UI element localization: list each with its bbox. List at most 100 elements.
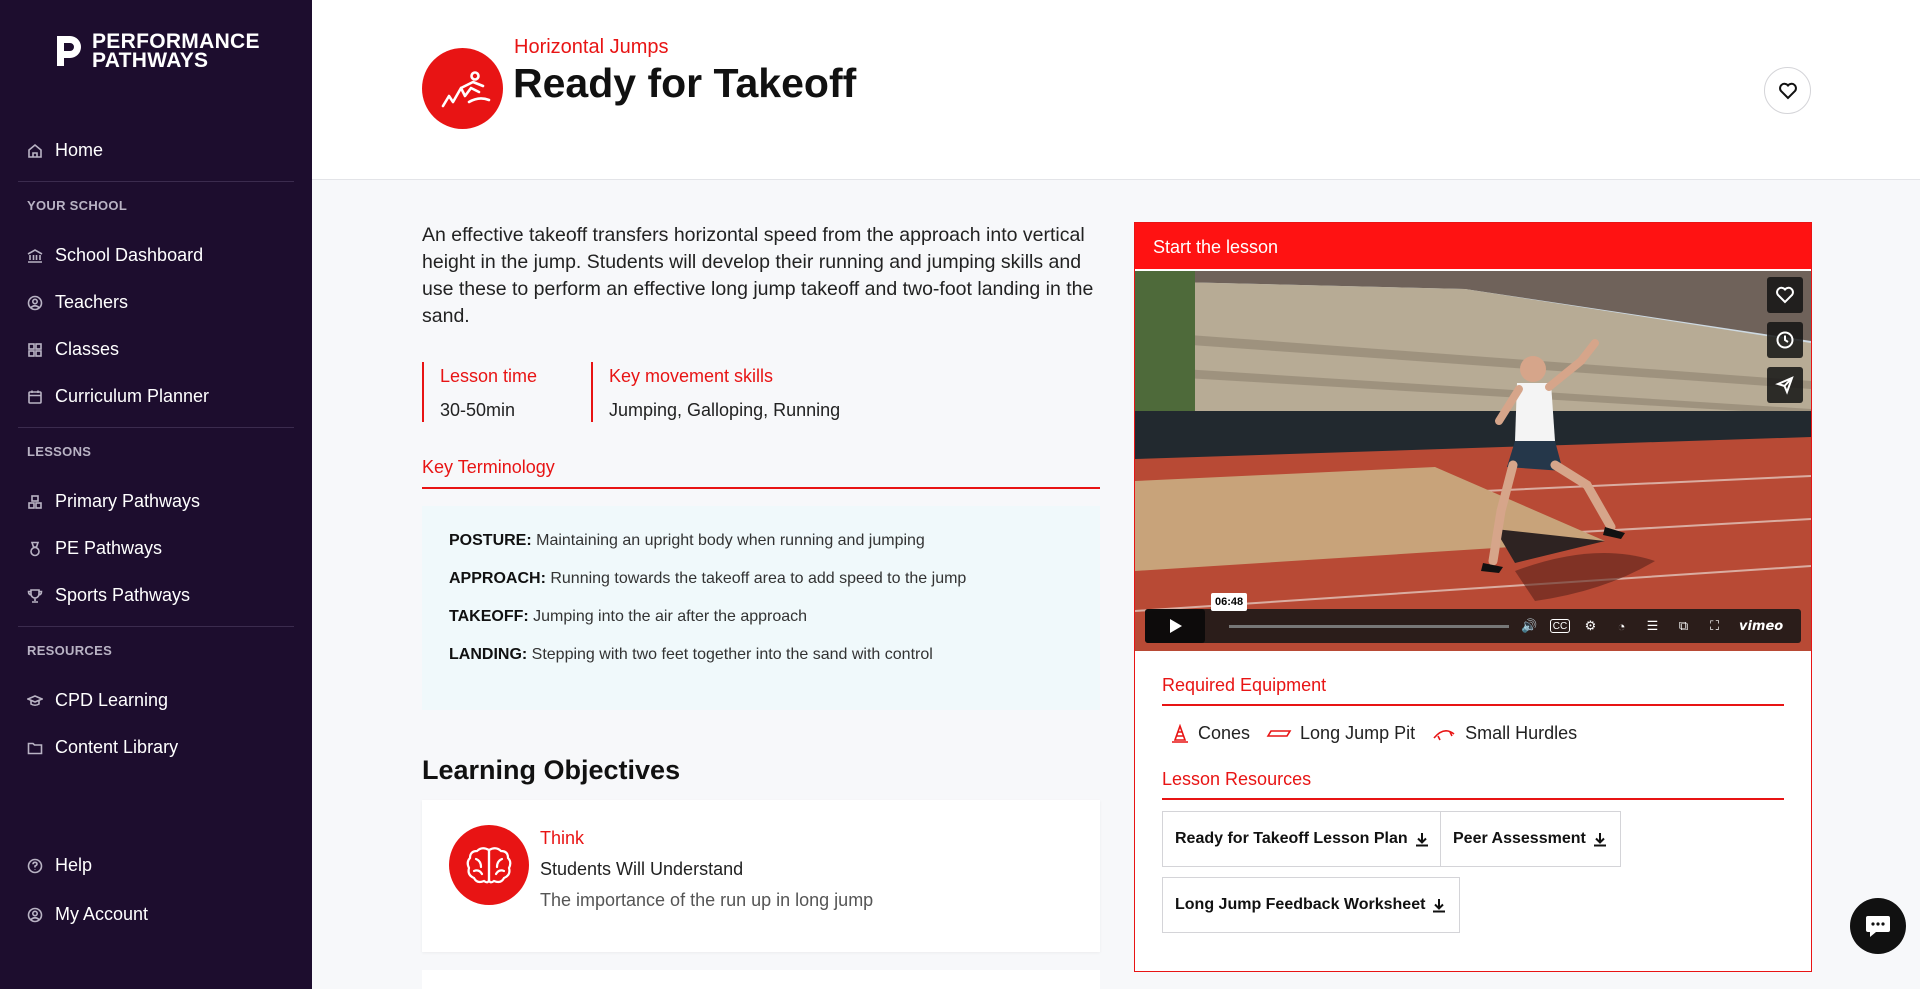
play-button[interactable] [1145, 609, 1205, 643]
equipment-item: Cones [1170, 723, 1250, 744]
chat-button[interactable] [1850, 898, 1906, 954]
play-icon [1170, 619, 1182, 633]
brand-name: PERFORMANCE PATHWAYS [92, 31, 260, 72]
sidebar-item-label: School Dashboard [55, 245, 204, 265]
sidebar-item-label: Classes [55, 339, 120, 359]
term: APPROACH: [449, 570, 546, 587]
bank-icon [27, 248, 43, 263]
video-time-tooltip: 06:48 [1211, 593, 1248, 611]
term: POSTURE: [449, 532, 532, 549]
objective-card: Think Students Will Understand The impor… [422, 800, 1100, 952]
key-terminology-title: Key Terminology [422, 457, 555, 477]
equipment-list: Cones Long Jump Pit Small Hurdles [1170, 723, 1577, 744]
folder-icon [27, 742, 43, 754]
brain-icon [449, 825, 529, 905]
video-like-button[interactable] [1767, 277, 1803, 313]
graduation-cap-icon [27, 694, 43, 706]
fullscreen-icon[interactable]: ⛶ [1704, 616, 1725, 637]
lesson-intro: An effective takeoff transfers horizonta… [422, 224, 1094, 327]
nav-divider [18, 181, 294, 182]
download-icon [1415, 833, 1428, 847]
page-title: Ready for Takeoff [513, 60, 857, 106]
sidebar-item-label: Help [55, 855, 93, 875]
lesson-time-value: 30-50min [440, 400, 516, 420]
nav-section-lessons: LESSONS [27, 444, 92, 459]
video-watch-later-button[interactable] [1767, 322, 1803, 358]
download-icon [1433, 899, 1446, 913]
definition: Jumping into the air after the approach [528, 608, 808, 625]
sidebar-item-home[interactable]: Home [27, 140, 103, 161]
nav-divider [18, 626, 294, 627]
sidebar-item-label: Sports Pathways [55, 585, 191, 605]
download-icon [1593, 833, 1606, 847]
help-icon [27, 858, 43, 873]
key-terminology-box: POSTURE: Maintaining an upright body whe… [422, 506, 1100, 710]
home-icon [28, 143, 42, 158]
objective-text: The importance of the run up in long jum… [540, 890, 874, 910]
speed-icon[interactable]: ◔ [1611, 616, 1632, 637]
favorite-button[interactable] [1764, 67, 1811, 114]
captions-icon[interactable]: CC [1550, 619, 1570, 633]
trophy-icon [27, 588, 43, 603]
transcript-icon[interactable]: ☰ [1642, 616, 1663, 637]
sidebar-item-label: My Account [55, 904, 149, 924]
long-jump-pit-icon [1266, 729, 1292, 737]
sidebar-item-help[interactable]: Help [27, 855, 92, 876]
heart-icon [1778, 82, 1797, 99]
long-jump-icon [441, 70, 490, 107]
equipment-item: Long Jump Pit [1266, 723, 1415, 744]
sidebar-item-cpd-learning[interactable]: CPD Learning [27, 690, 168, 711]
sidebar-item-label: Primary Pathways [55, 491, 201, 511]
objective-kicker: Think [540, 828, 585, 848]
lesson-time-label: Lesson time [440, 366, 538, 386]
equipment-label: Small Hurdles [1465, 723, 1578, 743]
sidebar-item-curriculum-planner[interactable]: Curriculum Planner [27, 386, 209, 407]
video-progress-track[interactable] [1229, 625, 1509, 628]
skills-value: Jumping, Galloping, Running [609, 400, 841, 420]
download-lesson-plan-button[interactable]: Ready for Takeoff Lesson Plan [1162, 811, 1443, 867]
brand-logo[interactable]: PERFORMANCE PATHWAYS [54, 31, 260, 72]
video-control-icons: 🔊 CC ⚙ ◔ ☰ ⧉ ⛶ vimeo [1519, 609, 1783, 643]
lesson-time: Lesson time 30-50min [422, 362, 582, 422]
sidebar-item-school-dashboard[interactable]: School Dashboard [27, 245, 203, 266]
volume-icon[interactable]: 🔊 [1519, 616, 1540, 637]
sidebar-item-sports-pathways[interactable]: Sports Pathways [27, 585, 190, 606]
brand-line-2: PATHWAYS [92, 49, 209, 72]
sidebar-item-content-library[interactable]: Content Library [27, 737, 178, 758]
calendar-icon [28, 390, 42, 404]
sidebar-item-label: CPD Learning [55, 690, 169, 710]
lesson-resources-title: Lesson Resources [1162, 769, 1312, 789]
term: LANDING: [449, 646, 528, 663]
pip-icon[interactable]: ⧉ [1673, 616, 1694, 637]
video-share-button[interactable] [1767, 367, 1803, 403]
start-lesson-header[interactable]: Start the lesson [1135, 223, 1811, 269]
sidebar-item-label: Home [55, 140, 104, 160]
equipment-label: Long Jump Pit [1300, 723, 1416, 743]
nav-divider [18, 427, 294, 428]
learning-objectives-title: Learning Objectives [422, 755, 681, 785]
clock-icon [1776, 331, 1794, 349]
resource-label: Peer Assessment [1453, 830, 1586, 847]
logo-icon [57, 36, 81, 66]
account-icon [27, 907, 43, 922]
sidebar-item-classes[interactable]: Classes [27, 339, 119, 360]
sidebar-item-label: Content Library [55, 737, 179, 757]
resources-divider [1162, 798, 1784, 800]
download-peer-assessment-button[interactable]: Peer Assessment [1440, 811, 1621, 867]
resource-label: Long Jump Feedback Worksheet [1175, 896, 1426, 913]
sidebar-item-label: PE Pathways [55, 538, 163, 558]
user-circle-icon [27, 295, 43, 310]
category-label: Horizontal Jumps [514, 36, 669, 58]
skills-label: Key movement skills [609, 366, 774, 386]
vimeo-logo[interactable]: vimeo [1739, 616, 1783, 637]
sidebar-item-teachers[interactable]: Teachers [27, 292, 128, 313]
term: TAKEOFF: [449, 608, 529, 625]
objective-card [422, 970, 1100, 989]
sidebar-item-pe-pathways[interactable]: PE Pathways [27, 538, 162, 559]
sidebar-item-my-account[interactable]: My Account [27, 904, 148, 925]
download-feedback-worksheet-button[interactable]: Long Jump Feedback Worksheet [1162, 877, 1461, 933]
sidebar-item-primary-pathways[interactable]: Primary Pathways [27, 491, 200, 512]
video-controls: 🔊 CC ⚙ ◔ ☰ ⧉ ⛶ vimeo [1145, 609, 1801, 643]
sidebar-item-label: Curriculum Planner [55, 386, 210, 406]
settings-icon[interactable]: ⚙ [1580, 616, 1601, 637]
